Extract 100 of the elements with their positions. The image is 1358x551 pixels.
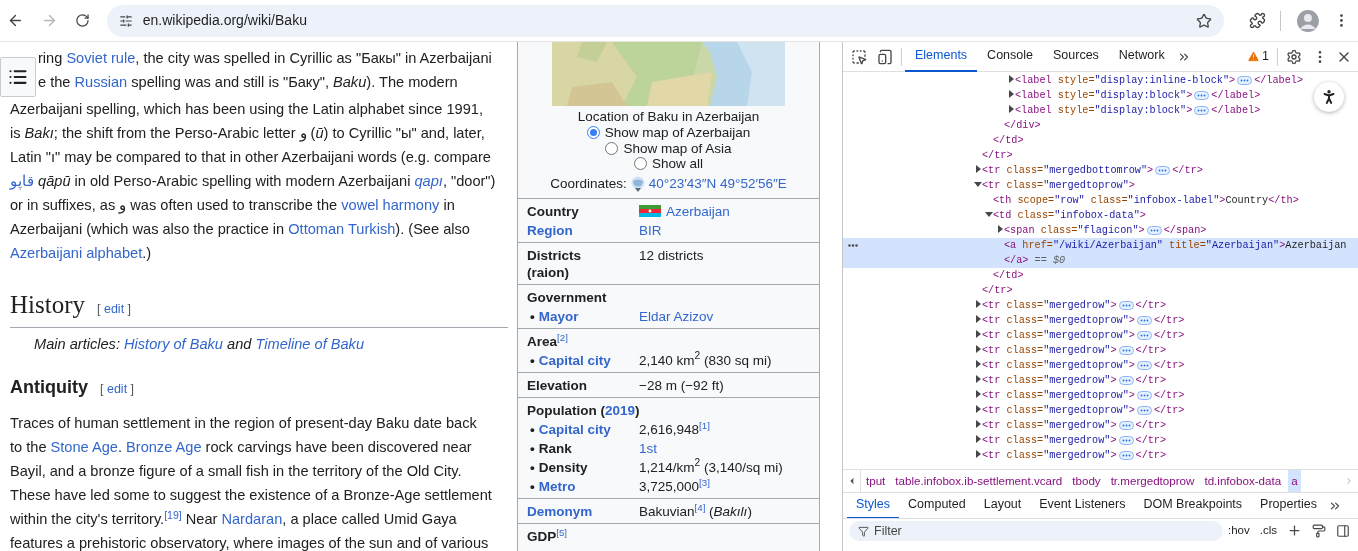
devtools-tab[interactable]: Console bbox=[977, 41, 1043, 72]
profile-avatar[interactable] bbox=[1297, 9, 1320, 32]
footnote-link[interactable]: [1] bbox=[699, 419, 710, 431]
expand-triangle-icon[interactable] bbox=[974, 450, 982, 458]
link[interactable]: Region bbox=[527, 222, 573, 238]
link[interactable]: 40°23′43″N 49°52′56″E bbox=[648, 175, 787, 192]
reload-icon[interactable] bbox=[74, 13, 90, 28]
link[interactable]: 2019 bbox=[605, 402, 636, 418]
device-toolbar-icon[interactable] bbox=[877, 48, 893, 65]
dom-node[interactable]: </tr> bbox=[843, 283, 1358, 298]
dom-node[interactable]: <tr class="mergedrow"> </tr> bbox=[843, 433, 1358, 448]
extensions-icon[interactable] bbox=[1249, 12, 1267, 29]
styles-tab[interactable]: Computed bbox=[899, 492, 975, 519]
expand-triangle-icon[interactable] bbox=[974, 315, 982, 323]
breadcrumb[interactable]: tbody bbox=[1069, 470, 1104, 492]
dom-node[interactable]: <label style="display:block"> </label> bbox=[843, 88, 1358, 103]
dom-node[interactable]: </td> bbox=[843, 268, 1358, 283]
settings-icon[interactable] bbox=[1286, 48, 1302, 65]
dom-node[interactable]: </div> bbox=[843, 118, 1358, 133]
expand-triangle-icon[interactable] bbox=[996, 225, 1004, 233]
back-icon[interactable] bbox=[7, 12, 24, 29]
link[interactable]: Stone Age bbox=[50, 439, 118, 455]
dom-node[interactable]: <span class="flagicon"> </span> bbox=[843, 223, 1358, 238]
link[interactable]: Capital city bbox=[538, 352, 611, 368]
link[interactable]: Azerbaijani alphabet bbox=[10, 245, 143, 261]
breadcrumb[interactable]: td.infobox-data bbox=[1201, 470, 1285, 492]
dom-node[interactable]: <tr class="mergedrow"> </tr> bbox=[843, 343, 1358, 358]
link[interactable]: BIR bbox=[639, 222, 662, 238]
expand-triangle-icon[interactable] bbox=[974, 390, 982, 398]
dom-node[interactable]: </td> bbox=[843, 133, 1358, 148]
dom-node[interactable]: <tr class="mergedtoprow"> </tr> bbox=[843, 313, 1358, 328]
link[interactable]: Ottoman Turkish bbox=[288, 221, 396, 237]
add-rule-icon[interactable] bbox=[1287, 523, 1302, 538]
expand-triangle-icon[interactable] bbox=[974, 345, 982, 353]
inspect-icon[interactable] bbox=[851, 48, 867, 65]
footnote-link[interactable]: [4] bbox=[694, 501, 706, 513]
breadcrumb[interactable]: table.infobox.ib-settlement.vcard bbox=[892, 470, 1066, 492]
link[interactable]: Capital city bbox=[538, 421, 611, 437]
link[interactable]: vowel harmony bbox=[341, 197, 440, 213]
link[interactable]: Azerbaijan bbox=[666, 203, 730, 219]
link[interactable]: Mayor bbox=[538, 308, 579, 324]
dom-node[interactable]: <tr class="mergedbottomrow"> </tr> bbox=[843, 163, 1358, 178]
link[interactable]: Bronze Age bbox=[126, 439, 202, 455]
link[interactable]: qapı bbox=[414, 173, 443, 189]
styles-tab[interactable]: Event Listeners bbox=[1030, 492, 1135, 519]
dom-node[interactable]: <td class="infobox-data"> bbox=[843, 208, 1358, 223]
radio-button[interactable] bbox=[605, 141, 619, 155]
dom-node[interactable]: <tr class="mergedtoprow"> </tr> bbox=[843, 403, 1358, 418]
expand-triangle-icon[interactable] bbox=[1007, 75, 1015, 83]
link[interactable]: History of Baku bbox=[124, 336, 223, 352]
link[interactable]: Demonym bbox=[527, 503, 593, 519]
styles-tab[interactable]: Properties bbox=[1251, 492, 1327, 519]
styles-tab[interactable]: DOM Breakpoints bbox=[1134, 492, 1252, 519]
warning-count[interactable]: 1 bbox=[1247, 47, 1269, 66]
link[interactable]: Russian bbox=[74, 74, 128, 90]
sidebar-icon[interactable] bbox=[1336, 523, 1350, 538]
link[interactable]: Timeline of Baku bbox=[255, 336, 364, 352]
map-option[interactable]: Show map of Asia bbox=[605, 140, 732, 156]
dom-node[interactable]: <th scope="row" class="infobox-label">Country</th> bbox=[843, 193, 1358, 208]
expand-triangle-icon[interactable] bbox=[974, 360, 982, 368]
devtools-tab[interactable]: Elements bbox=[905, 41, 978, 72]
style-toggle-button[interactable]: .cls bbox=[1259, 521, 1277, 540]
map-option[interactable]: Show all bbox=[634, 156, 703, 172]
footnote-link[interactable]: [3] bbox=[699, 476, 710, 488]
dom-node[interactable]: <tr class="mergedtoprow"> bbox=[843, 178, 1358, 193]
dom-node[interactable]: <tr class="mergedtoprow"> </tr> bbox=[843, 358, 1358, 373]
footnote-link[interactable]: [19] bbox=[164, 508, 182, 521]
more-icon[interactable] bbox=[848, 244, 858, 247]
radio-button[interactable] bbox=[586, 126, 600, 140]
dom-node[interactable]: <tr class="mergedrow"> </tr> bbox=[843, 298, 1358, 313]
style-toggle-button[interactable]: :hov bbox=[1228, 521, 1250, 540]
expand-triangle-icon[interactable] bbox=[974, 420, 982, 428]
map-option[interactable]: Show map of Azerbaijan bbox=[586, 125, 751, 141]
edit-link[interactable]: edit bbox=[103, 302, 125, 316]
radio-button[interactable] bbox=[634, 157, 647, 171]
expand-triangle-icon[interactable] bbox=[974, 375, 982, 383]
collapse-triangle-icon[interactable] bbox=[974, 180, 982, 188]
expand-triangle-icon[interactable] bbox=[974, 165, 982, 173]
edit-link[interactable]: edit bbox=[106, 382, 128, 396]
dom-node[interactable]: <tr class="mergedtoprow"> </tr> bbox=[843, 328, 1358, 343]
breadcrumb[interactable]: a bbox=[1288, 470, 1301, 492]
address-bar[interactable]: en.wikipedia.org/wiki/Baku bbox=[106, 4, 1225, 37]
expand-triangle-icon[interactable] bbox=[1007, 90, 1015, 98]
collapse-triangle-icon[interactable] bbox=[985, 210, 993, 218]
paint-roller-icon[interactable] bbox=[1312, 523, 1326, 538]
dom-node[interactable]: <tr class="mergedtoprow"> </tr> bbox=[843, 388, 1358, 403]
dom-node[interactable]: <tr class="mergedrow"> </tr> bbox=[843, 448, 1358, 463]
footnote-link[interactable]: [5] bbox=[556, 526, 568, 538]
styles-tab[interactable]: Layout bbox=[974, 492, 1031, 519]
link[interactable]: 1st bbox=[639, 440, 657, 456]
dom-node[interactable]: <tr class="mergedrow"> </tr> bbox=[843, 373, 1358, 388]
link[interactable]: قاپو bbox=[10, 173, 34, 189]
dom-node[interactable]: <a href="/wiki/Azerbaijan" title="Azerbaijan">Azerbaijan </a> == $0 bbox=[843, 238, 1358, 268]
dom-node[interactable]: <tr class="mergedrow"> </tr> bbox=[843, 418, 1358, 433]
contents-menu-button[interactable] bbox=[0, 57, 36, 97]
dom-node[interactable]: </tr> bbox=[843, 148, 1358, 163]
expand-triangle-icon[interactable] bbox=[974, 300, 982, 308]
link[interactable]: Eldar Azizov bbox=[639, 308, 714, 324]
devtools-tab[interactable]: Network bbox=[1108, 41, 1175, 72]
breadcrumb[interactable]: tput bbox=[863, 470, 889, 492]
